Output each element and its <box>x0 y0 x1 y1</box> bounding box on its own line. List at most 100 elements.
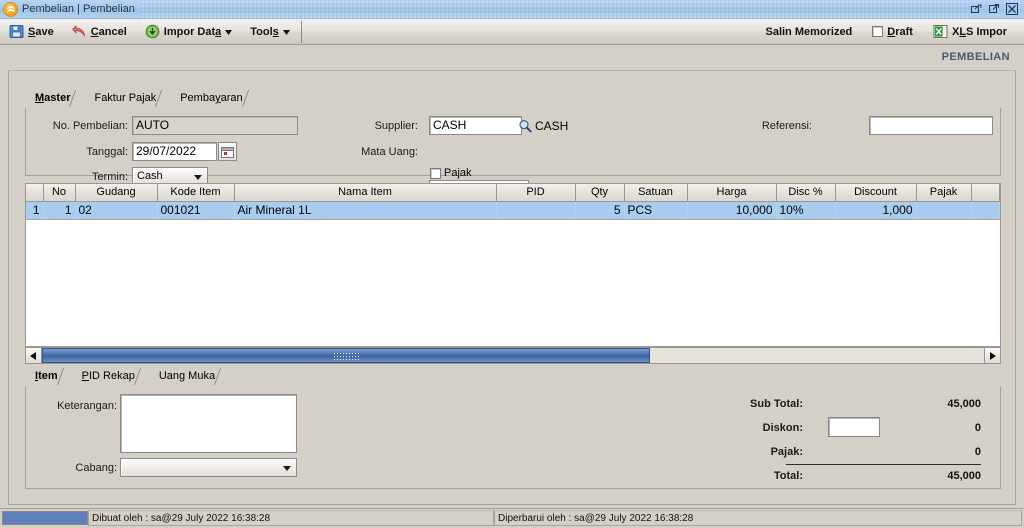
tab-divider <box>69 90 86 107</box>
tab-item[interactable]: Item <box>25 367 73 386</box>
sub-total-label: Sub Total: <box>750 398 803 410</box>
triangle-left-icon[interactable] <box>26 348 42 363</box>
tab-uang-muka[interactable]: Uang Muka <box>148 367 231 386</box>
total-divider <box>786 464 981 465</box>
tab-divider <box>133 368 150 385</box>
grid-col-pid[interactable]: PID <box>496 184 576 202</box>
grid-col-gudang[interactable]: Gudang <box>75 184 158 202</box>
cell-pid[interactable] <box>496 201 576 220</box>
toolbar-right-group: Salin Memorized Draft XLS Impor <box>756 20 1024 44</box>
grid-col-nama-item[interactable]: Nama Item <box>234 184 497 202</box>
scrollbar-grip <box>332 352 359 361</box>
restore-down-icon[interactable] <box>970 3 982 15</box>
pajak-total-label: Pajak: <box>770 446 803 458</box>
grid-col-extra[interactable] <box>971 184 1000 202</box>
pajak-checkbox[interactable]: Pajak <box>430 167 472 179</box>
cell-qty[interactable]: 5 <box>575 201 625 220</box>
impor-data-button[interactable]: Impor Data <box>136 20 241 44</box>
termin-label: Termin: <box>91 171 128 183</box>
draft-checkbox-box[interactable] <box>872 26 884 37</box>
save-button[interactable]: Save <box>0 20 63 44</box>
cell-pajak[interactable] <box>916 201 972 220</box>
cabang-select[interactable] <box>120 458 297 477</box>
pajak-checkbox-box[interactable] <box>430 167 441 179</box>
tab-master-label: Master <box>35 92 71 104</box>
xls-impor-label: XLS Impor <box>951 25 1007 38</box>
triangle-right-icon[interactable] <box>984 348 1000 363</box>
cancel-button[interactable]: Cancel <box>63 20 136 44</box>
close-x-icon[interactable] <box>1006 3 1018 15</box>
maximize-icon[interactable] <box>988 3 1000 15</box>
tab-pid-rekap[interactable]: PID Rekap <box>71 367 150 386</box>
cell-discount[interactable]: 1,000 <box>835 201 917 220</box>
keterangan-textarea[interactable] <box>120 394 297 453</box>
diskon-value: 0 <box>974 422 981 434</box>
grid-header-row: No Gudang Kode Item Nama Item PID Qty Sa… <box>26 184 1000 202</box>
status-updated-text: Diperbarui oleh : sa@29 July 2022 16:38:… <box>494 510 1022 526</box>
referensi-field[interactable] <box>869 116 993 135</box>
status-bar: Dibuat oleh : sa@29 July 2022 16:38:28 D… <box>0 508 1024 528</box>
tab-divider <box>155 90 172 107</box>
cell-nama-item[interactable]: Air Mineral 1L <box>234 201 497 220</box>
main-toolbar: Save Cancel Impor Data Tools Salin Memor… <box>0 19 1024 45</box>
undo-arrow-icon <box>71 24 87 39</box>
scrollbar-track[interactable] <box>42 348 984 363</box>
window-controls <box>970 3 1024 15</box>
chevron-down-icon <box>282 26 290 38</box>
tanggal-field[interactable]: 29/07/2022 <box>132 142 217 161</box>
sub-total-value: 45,000 <box>947 398 981 410</box>
window-titlebar: Pembelian | Pembelian <box>0 0 1024 19</box>
tab-item-label: Item <box>35 370 58 382</box>
tab-faktur-pajak[interactable]: Faktur Pajak <box>84 89 172 108</box>
cell-harga[interactable]: 10,000 <box>687 201 777 220</box>
draft-checkbox[interactable]: Draft <box>863 20 922 44</box>
total-label: Total: <box>773 470 803 482</box>
item-grid: No Gudang Kode Item Nama Item PID Qty Sa… <box>25 183 1001 347</box>
magnifier-icon[interactable] <box>516 116 534 135</box>
salin-memorized-button[interactable]: Salin Memorized <box>756 20 861 44</box>
impor-data-label: Impor Data <box>163 25 222 38</box>
tab-uang-muka-label: Uang Muka <box>158 370 216 382</box>
grid-col-no[interactable]: No <box>43 184 76 202</box>
row-number-cell[interactable]: 1 <box>26 201 44 220</box>
titlebar-texture <box>140 0 970 19</box>
save-label: Save <box>28 25 54 38</box>
cell-no[interactable]: 1 <box>43 201 76 220</box>
accurate-logo-icon <box>4 2 17 16</box>
no-pembelian-label: No. Pembelian: <box>52 120 128 132</box>
tab-pembayaran[interactable]: Pembayaran <box>170 89 258 108</box>
tab-master[interactable]: Master <box>25 89 86 108</box>
diskon-label: Diskon: <box>762 422 803 434</box>
tab-divider <box>214 368 231 385</box>
pajak-total-value: 0 <box>974 446 981 458</box>
grid-col-satuan[interactable]: Satuan <box>624 184 688 202</box>
page-title: PEMBELIAN <box>941 51 1010 63</box>
keterangan-label: Keterangan: <box>57 400 117 412</box>
grid-horizontal-scrollbar[interactable] <box>25 347 1001 364</box>
cell-disc-pct[interactable]: 10% <box>776 201 836 220</box>
cell-extra[interactable] <box>971 201 1000 220</box>
grid-col-disc-pct[interactable]: Disc % <box>776 184 836 202</box>
calendar-icon[interactable] <box>218 142 237 161</box>
grid-col-kode-item[interactable]: Kode Item <box>157 184 235 202</box>
grid-col-discount[interactable]: Discount <box>835 184 917 202</box>
grid-col-harga[interactable]: Harga <box>687 184 777 202</box>
cell-kode-item[interactable]: 001021 <box>157 201 235 220</box>
xls-impor-button[interactable]: XLS Impor <box>924 20 1016 44</box>
table-row[interactable]: 1 1 02 001021 Air Mineral 1L 5 PCS 10,00… <box>26 201 1000 220</box>
green-download-icon <box>145 24 160 39</box>
grid-col-pajak[interactable]: Pajak <box>916 184 972 202</box>
total-value: 45,000 <box>947 470 981 482</box>
supplier-field[interactable]: CASH <box>429 116 522 135</box>
tools-button[interactable]: Tools <box>241 20 299 44</box>
draft-label: Draft <box>887 25 913 38</box>
grid-col-qty[interactable]: Qty <box>575 184 625 202</box>
supplier-name-text: CASH <box>535 119 569 133</box>
no-pembelian-field[interactable]: AUTO <box>132 116 298 135</box>
titlebar-left: Pembelian | Pembelian <box>0 2 135 16</box>
scrollbar-thumb[interactable] <box>42 348 650 363</box>
cell-gudang[interactable]: 02 <box>75 201 158 220</box>
cell-satuan[interactable]: PCS <box>624 201 688 220</box>
tanggal-label: Tanggal: <box>86 146 128 158</box>
footer-group: Keterangan: Cabang: Sub Total: 45,000 Di… <box>25 386 1001 489</box>
